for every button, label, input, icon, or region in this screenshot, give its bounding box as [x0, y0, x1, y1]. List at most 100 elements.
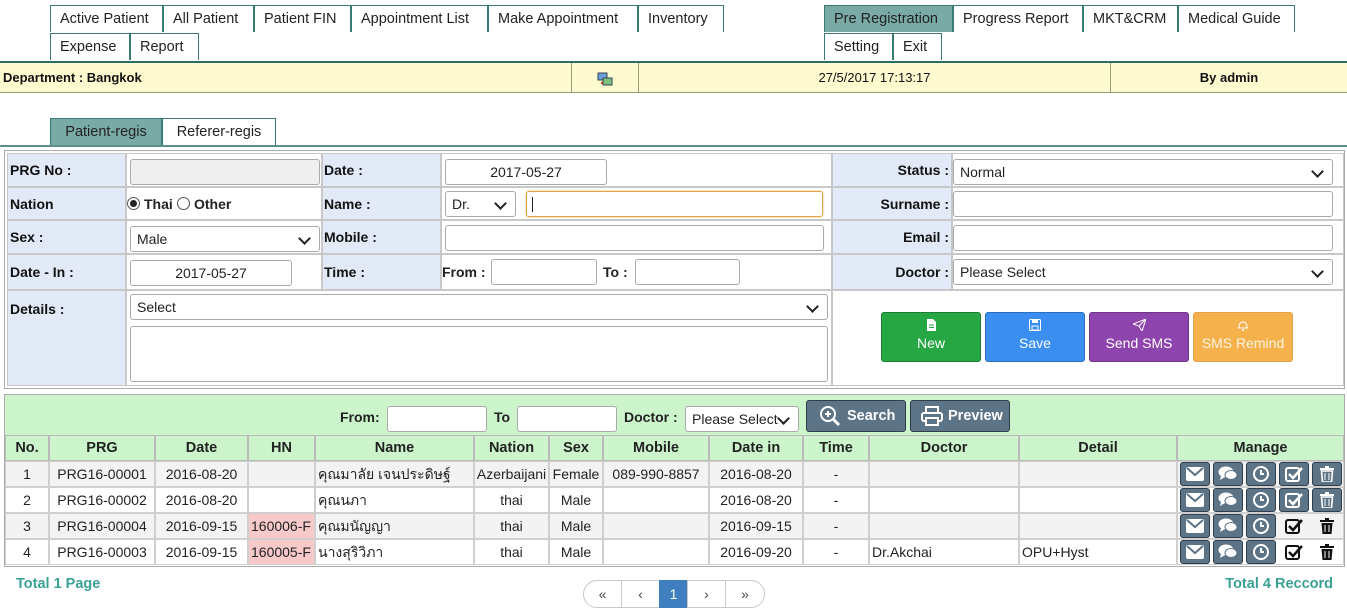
- tab-patient-fin[interactable]: Patient FIN: [254, 5, 351, 32]
- doctor-select[interactable]: Please Select: [953, 259, 1333, 285]
- sms-remind-button[interactable]: SMS Remind: [1193, 312, 1293, 362]
- pager-first[interactable]: «: [583, 580, 622, 608]
- envelope-button[interactable]: [1180, 462, 1210, 486]
- cell-sex: Female: [549, 461, 603, 487]
- check-button[interactable]: [1279, 514, 1309, 538]
- preview-button-label: Preview: [948, 408, 1003, 424]
- nation-thai-radio[interactable]: [127, 197, 140, 210]
- envelope-icon: [1186, 545, 1204, 559]
- envelope-icon: [1186, 493, 1204, 507]
- clock-button[interactable]: [1246, 540, 1276, 564]
- cell-prg: PRG16-00001: [49, 461, 155, 487]
- envelope-button[interactable]: [1180, 514, 1210, 538]
- chat-button[interactable]: [1213, 540, 1243, 564]
- chat-button[interactable]: [1213, 488, 1243, 512]
- envelope-button[interactable]: [1180, 488, 1210, 512]
- email-input[interactable]: [953, 225, 1333, 251]
- new-button-label: New: [916, 335, 945, 351]
- cell-mobile: 089-990-8857: [603, 461, 709, 487]
- preview-button[interactable]: Preview: [910, 400, 1010, 432]
- time-from-input[interactable]: [491, 259, 597, 285]
- status-select[interactable]: Normal: [953, 159, 1333, 185]
- envelope-button[interactable]: [1180, 540, 1210, 564]
- cell-sex: Male: [549, 487, 603, 513]
- search-to-input[interactable]: [517, 406, 617, 432]
- date-input[interactable]: 2017-05-27: [445, 159, 607, 185]
- chat-button[interactable]: [1213, 514, 1243, 538]
- nation-other-radio[interactable]: [177, 197, 190, 210]
- search-from-label: From:: [340, 409, 380, 425]
- tab-appointment-list[interactable]: Appointment List: [351, 5, 488, 32]
- pager-prev[interactable]: ‹: [621, 580, 660, 608]
- subtab-referer-regis[interactable]: Referer-regis: [162, 118, 276, 146]
- printer-icon: [921, 406, 943, 426]
- save-icon: [986, 319, 1084, 335]
- check-button[interactable]: [1279, 462, 1309, 486]
- time-to-input[interactable]: [635, 259, 740, 285]
- bell-icon: [1194, 319, 1292, 335]
- search-doctor-select[interactable]: Please Select: [685, 406, 799, 432]
- chat-button[interactable]: [1213, 462, 1243, 486]
- time-to-label: To :: [603, 264, 628, 280]
- sex-select[interactable]: Male: [130, 226, 320, 252]
- surname-input[interactable]: [953, 191, 1333, 217]
- check-icon: [1285, 518, 1303, 534]
- tab-exit[interactable]: Exit: [893, 33, 942, 60]
- tab-setting[interactable]: Setting: [824, 33, 893, 60]
- col-nation: Nation: [474, 435, 549, 461]
- datein-input[interactable]: 2017-05-27: [130, 260, 292, 286]
- subtab-patient-regis[interactable]: Patient-regis: [50, 118, 162, 146]
- cell-no: 1: [5, 461, 49, 487]
- cell-prg: PRG16-00003: [49, 539, 155, 565]
- tab-mkt-crm[interactable]: MKT&CRM: [1083, 5, 1178, 32]
- subtab-divider: [0, 145, 1347, 147]
- col-prg: PRG: [49, 435, 155, 461]
- tab-pre-registration[interactable]: Pre Registration: [824, 5, 953, 32]
- cell-doctor: Dr.Akchai: [869, 539, 1019, 565]
- send-sms-button[interactable]: Send SMS: [1089, 312, 1189, 362]
- cell-mobile: [603, 539, 709, 565]
- network-icon[interactable]: [572, 63, 639, 93]
- col-name: Name: [315, 435, 474, 461]
- tab-expense[interactable]: Expense: [50, 33, 130, 60]
- tab-all-patient[interactable]: All Patient: [163, 5, 254, 32]
- name-input[interactable]: [526, 191, 823, 217]
- check-button[interactable]: [1279, 488, 1309, 512]
- search-from-input[interactable]: [387, 406, 487, 432]
- cell-no: 3: [5, 513, 49, 539]
- details-label: Details :: [7, 290, 126, 386]
- cell-manage: [1177, 513, 1344, 539]
- clock-button[interactable]: [1246, 488, 1276, 512]
- send-sms-label: Send SMS: [1105, 335, 1173, 351]
- tab-inventory[interactable]: Inventory: [638, 5, 724, 32]
- trash-button[interactable]: [1312, 488, 1342, 512]
- tab-progress-report[interactable]: Progress Report: [953, 5, 1083, 32]
- mobile-label: Mobile :: [322, 220, 441, 254]
- pager-last[interactable]: »: [725, 580, 765, 608]
- details-textarea[interactable]: [130, 326, 828, 382]
- tab-medical-guide[interactable]: Medical Guide: [1178, 5, 1295, 32]
- trash-button[interactable]: [1312, 462, 1342, 486]
- clock-button[interactable]: [1246, 462, 1276, 486]
- details-select[interactable]: Select: [130, 294, 828, 320]
- col-sex: Sex: [549, 435, 603, 461]
- tab-report[interactable]: Report: [130, 33, 199, 60]
- tab-make-appointment[interactable]: Make Appointment: [488, 5, 638, 32]
- new-button[interactable]: New: [881, 312, 981, 362]
- mobile-input[interactable]: [445, 225, 824, 251]
- trash-button[interactable]: [1312, 540, 1342, 564]
- save-button-label: Save: [1019, 335, 1051, 351]
- search-button[interactable]: Search: [806, 400, 906, 432]
- trash-button[interactable]: [1312, 514, 1342, 538]
- tab-active-patient[interactable]: Active Patient: [50, 5, 163, 32]
- check-button[interactable]: [1279, 540, 1309, 564]
- trash-icon: [1320, 466, 1334, 483]
- prg-no-input[interactable]: [130, 159, 320, 185]
- title-select[interactable]: Dr.: [445, 191, 516, 217]
- pager-page-1[interactable]: 1: [659, 580, 688, 608]
- save-button[interactable]: Save: [985, 312, 1085, 362]
- clock-button[interactable]: [1246, 514, 1276, 538]
- cell-name: คุณมาลัย เจนประดิษฐ์: [315, 461, 474, 487]
- pager-next[interactable]: ›: [687, 580, 726, 608]
- cell-nation: thai: [474, 487, 549, 513]
